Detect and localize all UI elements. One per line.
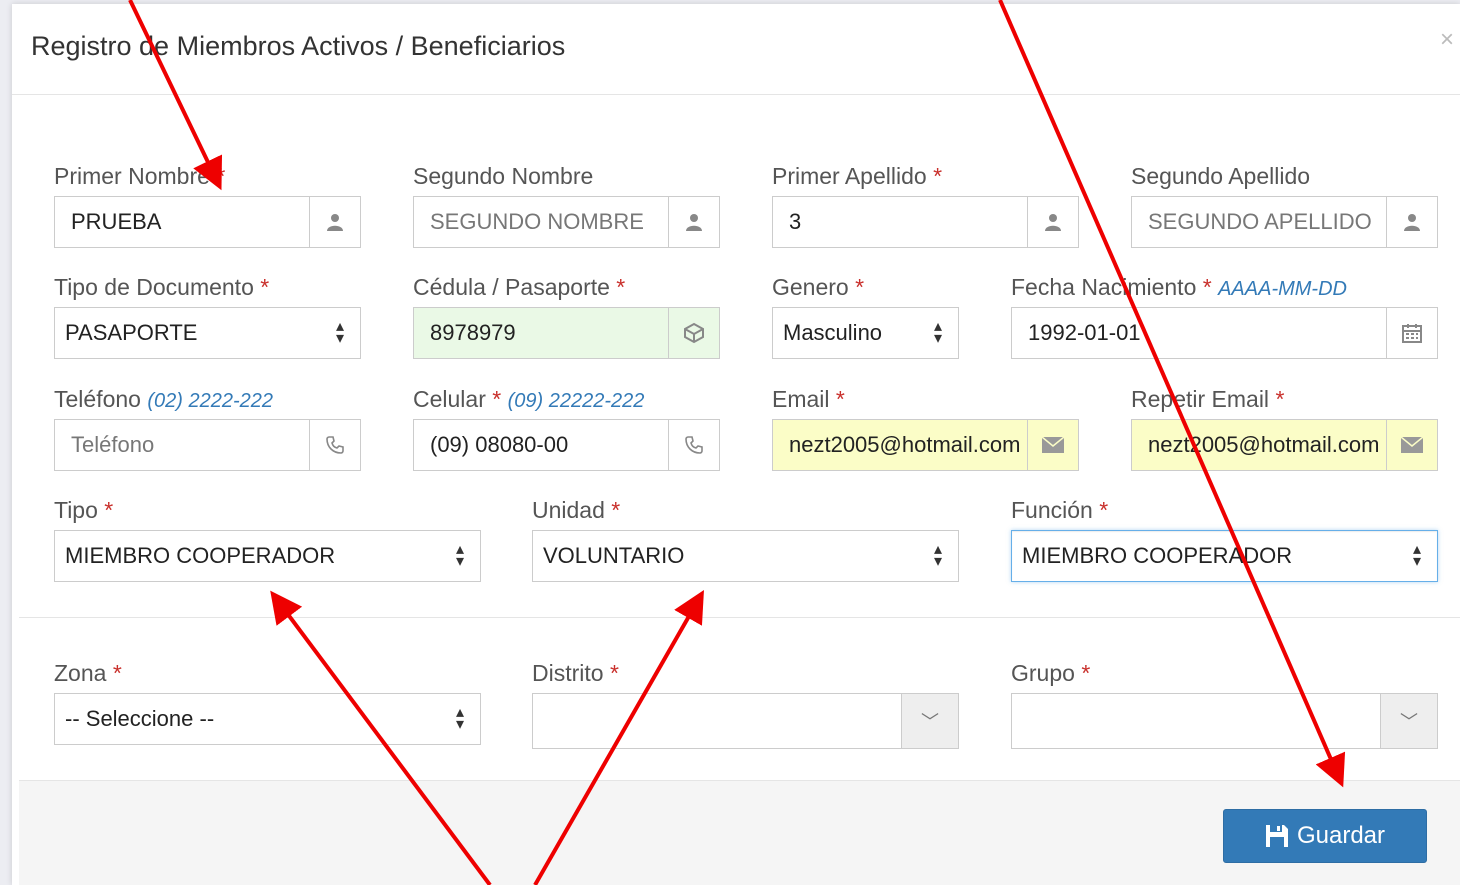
primer-apellido-field[interactable]: 3 [772,196,1079,248]
celular-format-hint: (09) 22222-222 [507,390,645,412]
telefono-label: Teléfono (02) 2222-222 [54,386,274,412]
genero-select[interactable]: Masculino ▴ ▾ [772,307,959,359]
primer-nombre-field[interactable]: PRUEBA [54,196,361,248]
user-icon [1386,197,1437,247]
sort-arrows-icon: ▴ ▾ [933,541,943,570]
funcion-label: Función * [1011,497,1109,523]
phone-icon [309,420,360,470]
telefono-input[interactable]: Teléfono [55,420,309,470]
tipo-documento-select[interactable]: PASAPORTE ▴ ▾ [54,307,361,359]
envelope-icon [1027,420,1078,470]
segundo-nombre-input[interactable]: SEGUNDO NOMBRE [414,197,668,247]
chevron-down-icon[interactable]: ﹀ [901,694,958,748]
user-icon [668,197,719,247]
sort-arrows-icon: ▴ ▾ [455,541,465,570]
save-button[interactable]: Guardar [1223,809,1427,863]
primer-apellido-input[interactable]: 3 [773,197,1027,247]
fecha-nacimiento-label: Fecha Nacimiento * AAAA-MM-DD [1011,274,1347,300]
modal-title: Registro de Miembros Activos / Beneficia… [31,31,566,61]
repetir-email-field[interactable]: nezt2005@hotmail.com [1131,419,1438,471]
zona-label: Zona * [54,660,122,686]
email-label: Email * [772,386,845,412]
repetir-email-label: Repetir Email * [1131,386,1285,412]
genero-label: Genero * [772,274,865,300]
segundo-nombre-label: Segundo Nombre [413,163,594,189]
distrito-select[interactable]: ﹀ [532,693,959,749]
unidad-label: Unidad * [532,497,621,523]
tipo-documento-label: Tipo de Documento * [54,274,270,300]
grupo-label: Grupo * [1011,660,1091,686]
funcion-select[interactable]: MIEMBRO COOPERADOR ▴ ▾ [1011,530,1438,582]
id-card-icon [668,308,719,358]
fecha-format-hint: AAAA-MM-DD [1218,278,1347,300]
segundo-apellido-label: Segundo Apellido [1131,163,1311,189]
funcion-value: MIEMBRO COOPERADOR [1022,543,1293,568]
primer-apellido-label: Primer Apellido * [772,163,943,189]
celular-field[interactable]: (09) 08080-00 [413,419,720,471]
close-icon[interactable]: × [1440,26,1454,54]
grupo-select[interactable]: ﹀ [1011,693,1438,749]
sort-arrows-icon: ▴ ▾ [933,318,943,347]
tipo-value: MIEMBRO COOPERADOR [65,543,336,568]
cedula-input[interactable]: 8978979 [414,308,668,358]
fecha-nacimiento-input[interactable]: 1992-01-01 [1012,308,1386,358]
phone-icon [668,420,719,470]
unidad-value: VOLUNTARIO [543,543,685,568]
unidad-select[interactable]: VOLUNTARIO ▴ ▾ [532,530,959,582]
email-input[interactable]: nezt2005@hotmail.com [773,420,1027,470]
sort-arrows-icon: ▴ ▾ [1412,541,1422,570]
cedula-field[interactable]: 8978979 [413,307,720,359]
distrito-label: Distrito * [532,660,619,686]
envelope-icon [1386,420,1437,470]
segundo-apellido-input[interactable]: SEGUNDO APELLIDO [1132,197,1386,247]
modal-header: Registro de Miembros Activos / Beneficia… [12,4,1460,95]
sort-arrows-icon: ▴ ▾ [335,318,345,347]
cedula-label: Cédula / Pasaporte * [413,274,626,300]
primer-nombre-input[interactable]: PRUEBA [55,197,309,247]
user-icon [309,197,360,247]
genero-value: Masculino [783,320,883,345]
email-field[interactable]: nezt2005@hotmail.com [772,419,1079,471]
repetir-email-input[interactable]: nezt2005@hotmail.com [1132,420,1386,470]
user-icon [1027,197,1078,247]
sort-arrows-icon: ▴ ▾ [455,704,465,733]
telefono-field[interactable]: Teléfono [54,419,361,471]
floppy-disk-icon [1265,825,1288,847]
calendar-icon[interactable] [1386,308,1437,358]
primer-nombre-label: Primer Nombre * [54,163,226,189]
tipo-label: Tipo * [54,497,114,523]
chevron-down-icon[interactable]: ﹀ [1380,694,1437,748]
zona-select[interactable]: -- Seleccione -- ▴ ▾ [54,693,481,745]
zona-value: -- Seleccione -- [65,706,215,731]
segundo-nombre-field[interactable]: SEGUNDO NOMBRE [413,196,720,248]
tipo-documento-value: PASAPORTE [65,320,198,345]
save-button-label: Guardar [1296,822,1386,849]
segundo-apellido-field[interactable]: SEGUNDO APELLIDO [1131,196,1438,248]
section-divider [19,617,1460,618]
celular-input[interactable]: (09) 08080-00 [414,420,668,470]
telefono-format-hint: (02) 2222-222 [147,390,274,412]
fecha-nacimiento-field[interactable]: 1992-01-01 [1011,307,1438,359]
tipo-select[interactable]: MIEMBRO COOPERADOR ▴ ▾ [54,530,481,582]
celular-label: Celular * (09) 22222-222 [413,386,645,412]
